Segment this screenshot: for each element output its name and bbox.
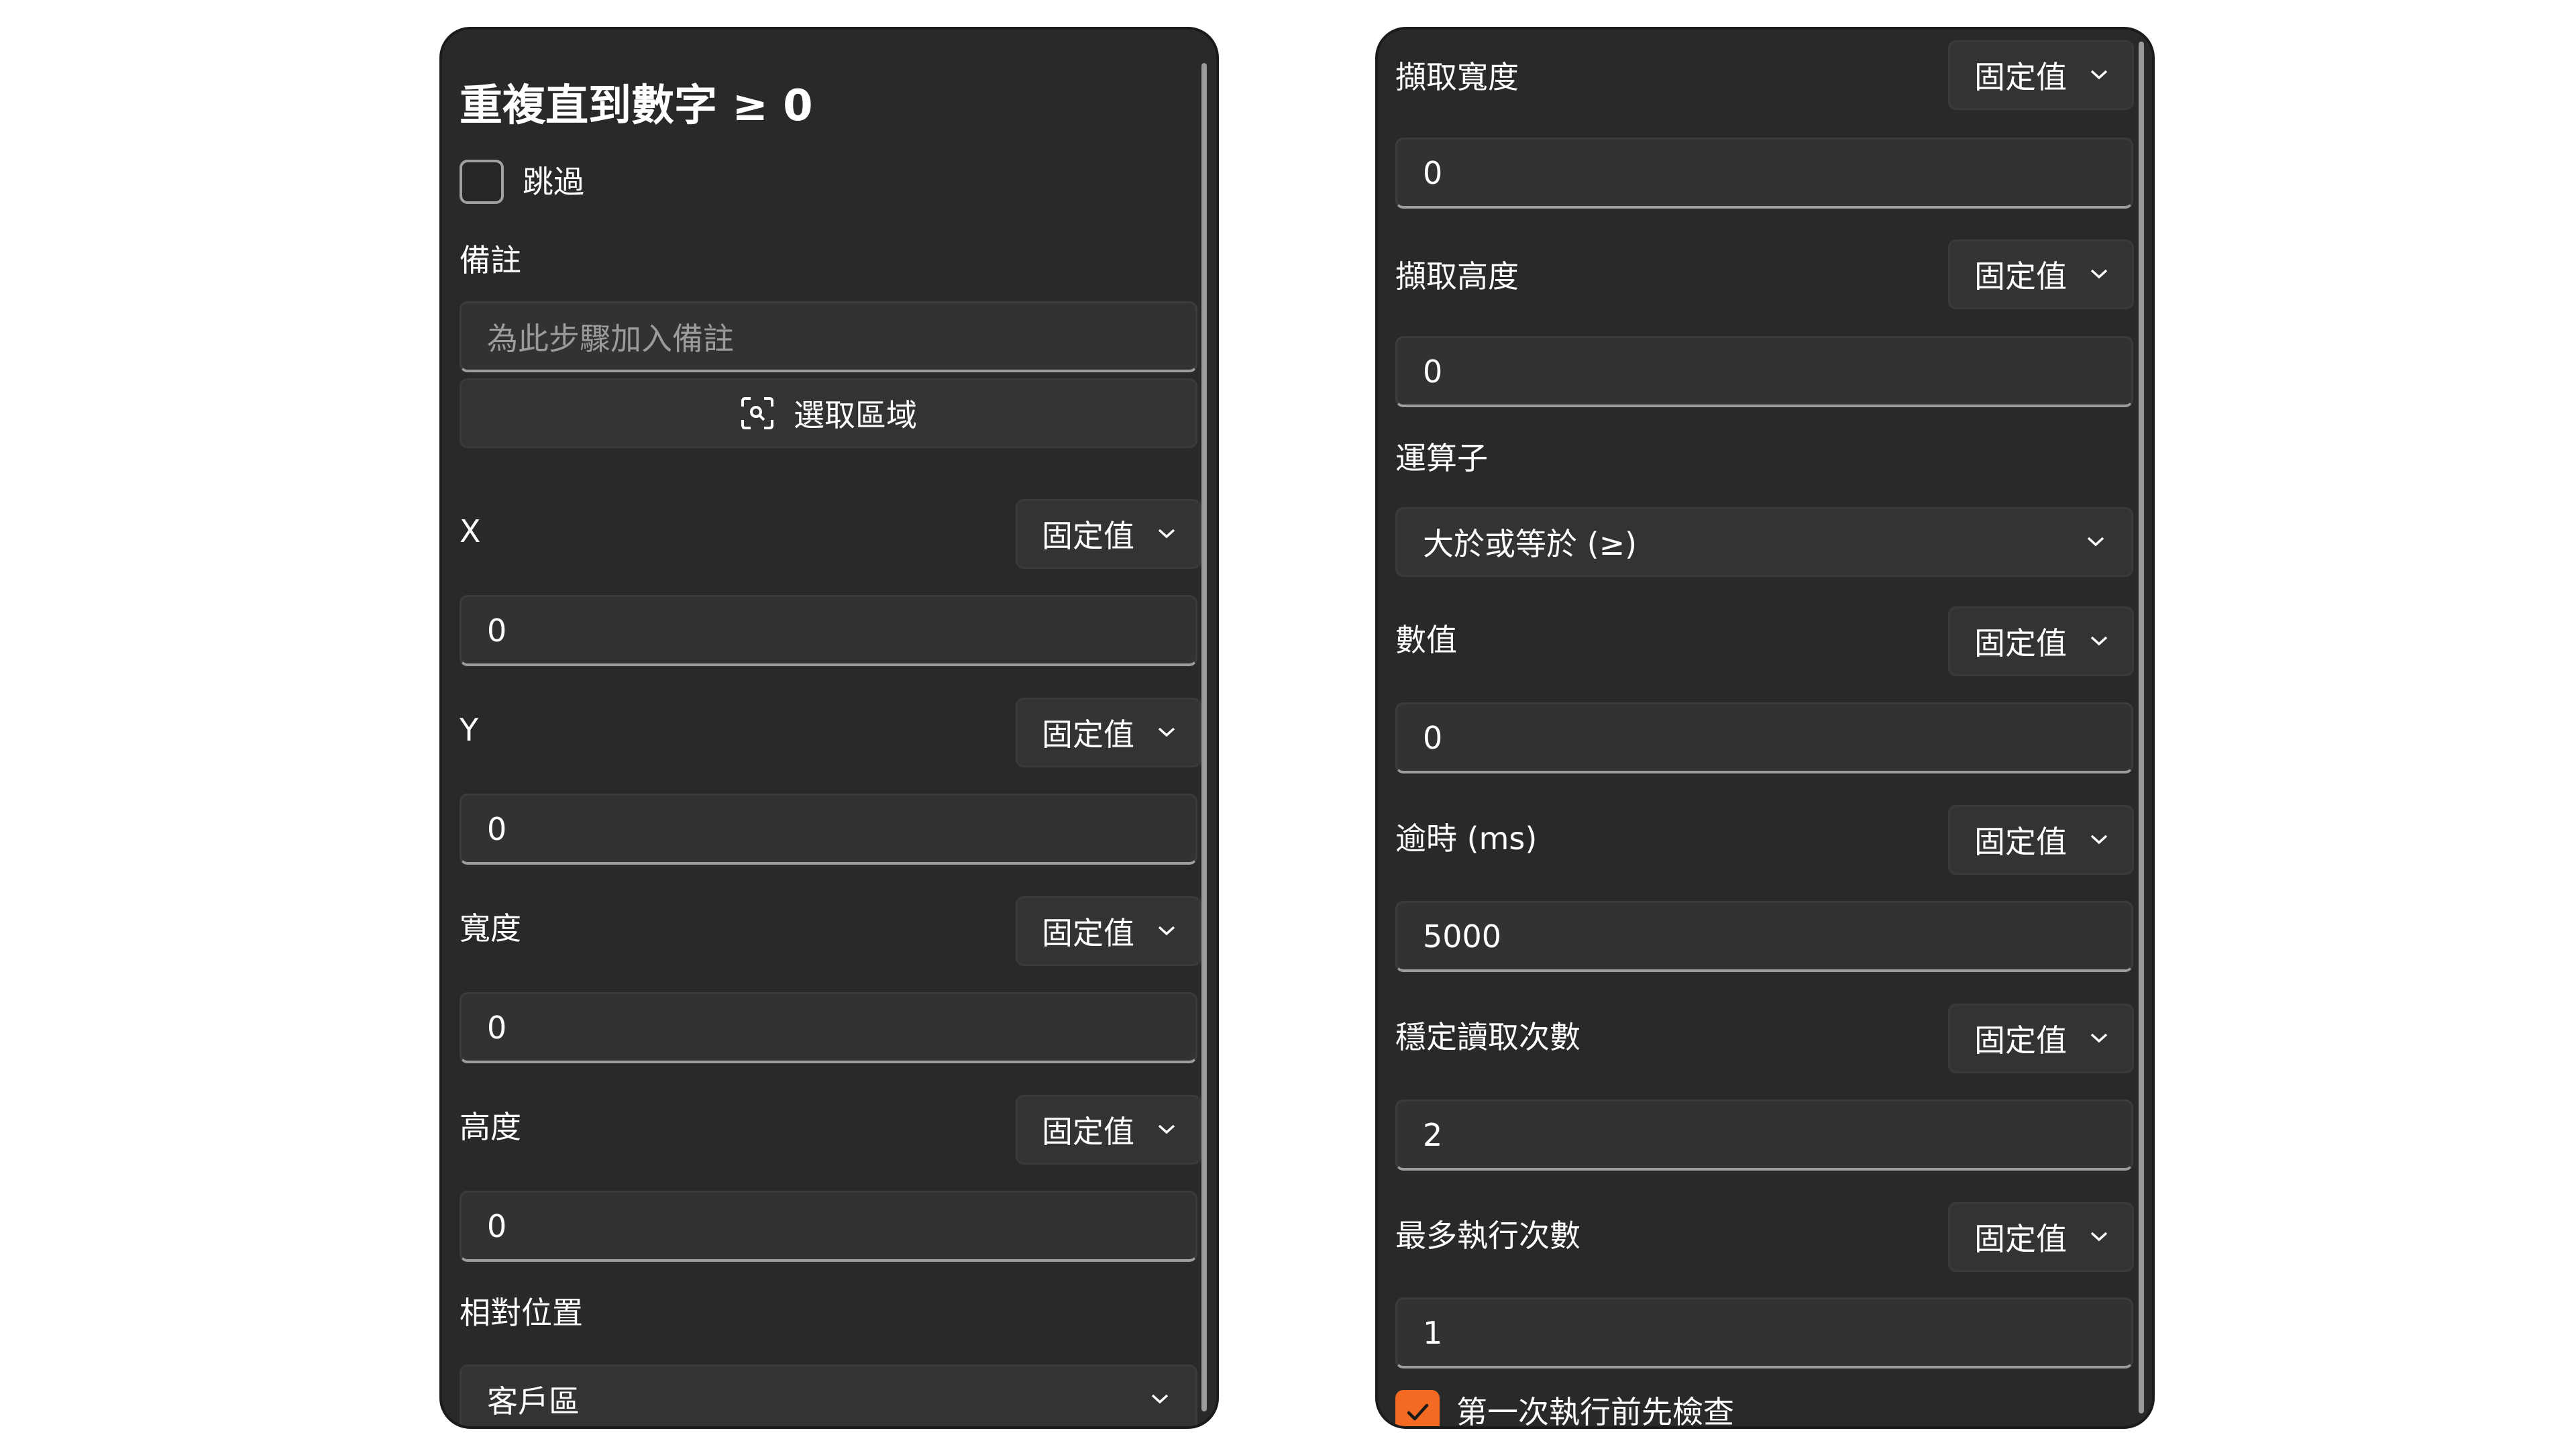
- max-execution-count-mode-dropdown[interactable]: 固定值: [1948, 1202, 2134, 1272]
- width-input[interactable]: 0: [460, 992, 1197, 1063]
- chevron-down-icon: [2090, 269, 2108, 279]
- capture-height-mode-dropdown[interactable]: 固定值: [1948, 239, 2134, 309]
- chevron-down-icon: [2090, 835, 2108, 845]
- width-mode-dropdown[interactable]: 固定值: [1016, 896, 1201, 966]
- operator-label: 運算子: [1395, 440, 1488, 476]
- timeout-input[interactable]: 5000: [1395, 901, 2133, 972]
- timeout-mode-value: 固定值: [1974, 824, 2067, 860]
- field-label-y: Y: [460, 712, 479, 748]
- checkmark-icon: [1407, 1403, 1429, 1421]
- width-value: 0: [487, 1009, 507, 1046]
- operator-dropdown[interactable]: 大於或等於 (≥): [1395, 507, 2133, 577]
- y-mode-dropdown[interactable]: 固定值: [1016, 698, 1201, 767]
- scrollbar[interactable]: [1201, 63, 1207, 1411]
- field-label-capture-width: 擷取寬度: [1395, 59, 1519, 95]
- chevron-down-icon: [1158, 926, 1175, 936]
- select-region-button[interactable]: 選取區域: [460, 378, 1197, 448]
- stable-read-count-value: 2: [1423, 1116, 1443, 1153]
- chevron-down-icon: [1151, 1394, 1169, 1404]
- max-execution-count-input[interactable]: 1: [1395, 1297, 2133, 1368]
- height-value: 0: [487, 1208, 507, 1244]
- field-label-height: 高度: [460, 1109, 521, 1145]
- chevron-down-icon: [1158, 727, 1175, 737]
- stable-read-count-input[interactable]: 2: [1395, 1099, 2133, 1171]
- chevron-down-icon: [2090, 1033, 2108, 1043]
- value-mode-dropdown[interactable]: 固定值: [1948, 606, 2134, 676]
- scrollbar[interactable]: [2139, 42, 2144, 1413]
- capture-height-value: 0: [1423, 353, 1443, 390]
- height-mode-dropdown[interactable]: 固定值: [1016, 1095, 1201, 1165]
- y-input[interactable]: 0: [460, 794, 1197, 865]
- step-settings-panel-right: 擷取寬度 固定值 0 擷取高度 固定值 0 運算子 大於或等於 (≥) 數值 固…: [1375, 27, 2155, 1429]
- field-label-timeout: 逾時 (ms): [1395, 820, 1538, 857]
- x-mode-dropdown[interactable]: 固定值: [1016, 499, 1201, 569]
- step-title: 重複直到數字 ≥ 0: [460, 81, 813, 131]
- y-mode-value: 固定值: [1042, 716, 1134, 753]
- operator-value: 大於或等於 (≥): [1423, 526, 1638, 562]
- stable-read-count-mode-dropdown[interactable]: 固定值: [1948, 1004, 2134, 1073]
- skip-checkbox[interactable]: [460, 160, 504, 204]
- x-input[interactable]: 0: [460, 595, 1197, 666]
- capture-width-value: 0: [1423, 154, 1443, 191]
- x-value: 0: [487, 612, 507, 649]
- max-execution-count-value: 1: [1423, 1314, 1443, 1351]
- value-value: 0: [1423, 719, 1443, 756]
- step-settings-panel-left: 重複直到數字 ≥ 0 跳過 備註 為此步驟加入備註 選取區域 X 固定值 0 Y…: [439, 27, 1219, 1429]
- height-input[interactable]: 0: [460, 1191, 1197, 1262]
- stable-read-count-mode-value: 固定值: [1974, 1022, 2067, 1059]
- field-label-width: 寬度: [460, 910, 521, 947]
- relative-position-label: 相對位置: [460, 1295, 583, 1331]
- capture-width-input[interactable]: 0: [1395, 138, 2133, 209]
- max-execution-count-mode-value: 固定值: [1974, 1221, 2067, 1257]
- relative-position-dropdown[interactable]: 客戶區: [460, 1364, 1197, 1426]
- note-input[interactable]: 為此步驟加入備註: [460, 301, 1197, 372]
- chevron-down-icon: [2090, 636, 2108, 646]
- field-label-max-execution-count: 最多執行次數: [1395, 1218, 1580, 1254]
- height-mode-value: 固定值: [1042, 1114, 1134, 1150]
- field-label-capture-height: 擷取高度: [1395, 258, 1519, 294]
- y-value: 0: [487, 810, 507, 847]
- field-label-stable-read-count: 穩定讀取次數: [1395, 1019, 1580, 1055]
- check-first-checkbox[interactable]: [1395, 1390, 1440, 1426]
- capture-height-input[interactable]: 0: [1395, 336, 2133, 407]
- width-mode-value: 固定值: [1042, 915, 1134, 951]
- relative-position-value: 客戶區: [487, 1383, 580, 1419]
- capture-width-mode-dropdown[interactable]: 固定值: [1948, 40, 2134, 110]
- chevron-down-icon: [2090, 1232, 2108, 1242]
- capture-width-mode-value: 固定值: [1974, 59, 2067, 95]
- timeout-mode-dropdown[interactable]: 固定值: [1948, 805, 2134, 875]
- skip-label: 跳過: [523, 164, 584, 200]
- timeout-value: 5000: [1423, 918, 1502, 955]
- note-label: 備註: [460, 242, 521, 278]
- value-mode-value: 固定值: [1974, 625, 2067, 661]
- select-region-label: 選取區域: [794, 397, 917, 433]
- field-label-x: X: [460, 513, 481, 549]
- chevron-down-icon: [1158, 529, 1175, 539]
- chevron-down-icon: [2087, 537, 2104, 547]
- check-first-label: 第一次執行前先檢查: [1456, 1394, 1734, 1429]
- note-placeholder: 為此步驟加入備註: [487, 320, 734, 357]
- capture-height-mode-value: 固定值: [1974, 258, 2067, 294]
- value-input[interactable]: 0: [1395, 702, 2133, 773]
- chevron-down-icon: [1158, 1124, 1175, 1134]
- chevron-down-icon: [2090, 70, 2108, 80]
- field-label-value: 數值: [1395, 622, 1457, 658]
- x-mode-value: 固定值: [1042, 518, 1134, 554]
- region-select-icon: [741, 397, 773, 429]
